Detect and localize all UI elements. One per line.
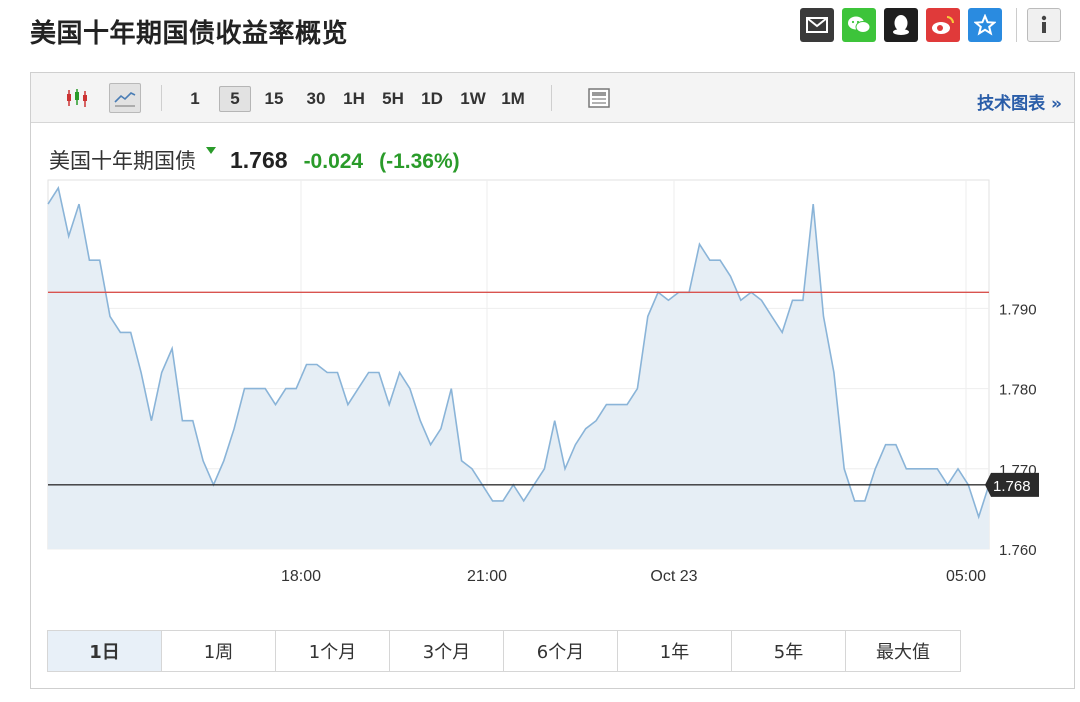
x-tick-label: 21:00 [467, 568, 507, 585]
share-separator [1016, 8, 1017, 42]
weibo-icon [932, 16, 954, 34]
range-tab-7[interactable]: 最大值 [846, 631, 960, 671]
range-tab-1[interactable]: 1周 [162, 631, 276, 671]
page-title: 美国十年期国债收益率概览 [30, 19, 349, 49]
range-tab-0[interactable]: 1日 [48, 631, 162, 671]
current-value-label: 1.768 [993, 478, 1031, 495]
info-icon [1041, 15, 1047, 33]
wechat-share-button[interactable] [842, 8, 876, 42]
chart-panel: 技术图表 » 1 5 15 30 1H 5H 1D 1W 1M 美国十年期国债 1.768 -0… [30, 72, 1075, 689]
qq-share-button[interactable] [884, 8, 918, 42]
wechat-icon [848, 16, 871, 33]
range-tab-5[interactable]: 1年 [618, 631, 732, 671]
favorite-icon [974, 14, 996, 36]
price-chart[interactable]: 英为财情Investing.com1.7901.7801.7701.7601.7… [31, 73, 1076, 628]
weibo-share-button[interactable] [926, 8, 960, 42]
range-tab-4[interactable]: 6个月 [504, 631, 618, 671]
info-button[interactable] [1027, 8, 1061, 42]
qq-icon [893, 15, 909, 35]
share-bar [800, 8, 1069, 42]
y-tick-label: 1.760 [999, 542, 1037, 559]
range-tab-3[interactable]: 3个月 [390, 631, 504, 671]
range-tab-6[interactable]: 5年 [732, 631, 846, 671]
x-tick-label: 05:00 [946, 568, 986, 585]
x-tick-label: Oct 23 [650, 568, 697, 585]
range-tab-2[interactable]: 1个月 [276, 631, 390, 671]
range-tabs: 1日 1周 1个月 3个月 6个月 1年 5年 最大值 [47, 630, 961, 672]
mail-share-button[interactable] [800, 8, 834, 42]
mail-icon [806, 17, 828, 33]
favorite-share-button[interactable] [968, 8, 1002, 42]
x-tick-label: 18:00 [281, 568, 321, 585]
y-tick-label: 1.780 [999, 382, 1037, 399]
y-tick-label: 1.790 [999, 301, 1037, 318]
